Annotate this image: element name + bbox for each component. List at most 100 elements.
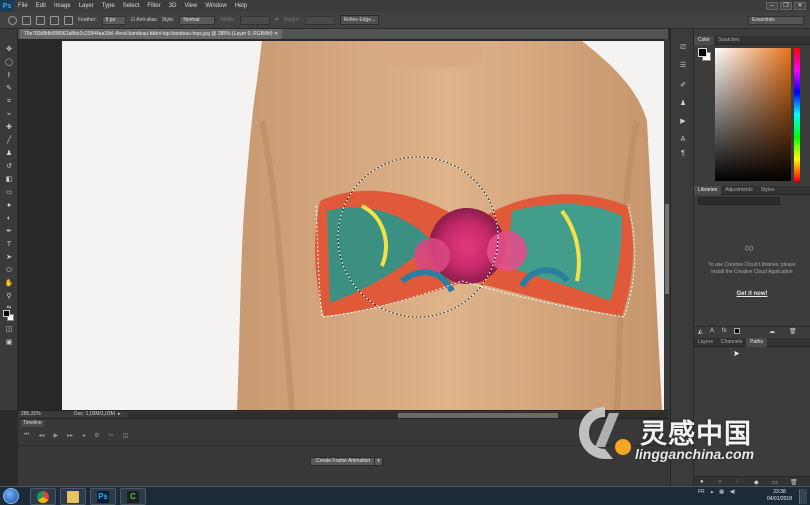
- fill-path-icon[interactable]: ●: [700, 479, 704, 485]
- tab-styles[interactable]: Styles: [757, 186, 779, 195]
- clone-source-icon[interactable]: ♟: [678, 99, 688, 108]
- swap-icon[interactable]: ⇄: [275, 17, 279, 23]
- menu-help[interactable]: Help: [231, 3, 251, 9]
- settings-icon[interactable]: ⚙: [94, 432, 99, 439]
- language-indicator[interactable]: FR: [698, 489, 705, 495]
- menu-3d[interactable]: 3D: [165, 3, 181, 9]
- close-tab-icon[interactable]: ✕: [274, 31, 278, 37]
- stroke-path-icon[interactable]: ○: [718, 479, 722, 485]
- document-tab[interactable]: 70e783d8db998962a8bb2c23944aa18d--floral…: [20, 29, 283, 39]
- actions-icon[interactable]: ▶: [678, 117, 688, 126]
- eyedropper-tool-icon[interactable]: ⌁: [4, 110, 14, 120]
- width-input[interactable]: [239, 15, 270, 25]
- feather-input[interactable]: 0 px: [101, 15, 126, 25]
- history-icon[interactable]: ⎚: [678, 43, 688, 52]
- taskbar-explorer[interactable]: [60, 488, 86, 505]
- properties-icon[interactable]: ☰: [678, 61, 688, 70]
- taskbar-clock[interactable]: 23:38 04/01/2018: [767, 489, 792, 503]
- create-frame-animation-button[interactable]: Create Frame Animation: [310, 457, 377, 466]
- new-selection-icon[interactable]: [22, 15, 31, 25]
- subtract-selection-icon[interactable]: [50, 15, 59, 25]
- prev-frame-icon[interactable]: ◂◂: [38, 432, 44, 439]
- tab-channels[interactable]: Channels: [717, 338, 746, 347]
- tab-paths[interactable]: Paths: [746, 337, 767, 347]
- quick-select-tool-icon[interactable]: ✎: [4, 84, 14, 94]
- style-select[interactable]: Normal: [179, 15, 216, 25]
- play-icon[interactable]: ▶: [53, 432, 58, 439]
- zoom-level[interactable]: 285,31%: [21, 411, 41, 418]
- add-character-style-icon[interactable]: A: [710, 328, 714, 334]
- cloud-sync-icon[interactable]: ☁: [769, 328, 775, 335]
- foreground-color-swatch[interactable]: [3, 310, 10, 317]
- taskbar-photoshop[interactable]: Ps: [90, 488, 116, 505]
- workspace-select[interactable]: Essentials: [748, 16, 804, 25]
- menu-type[interactable]: Type: [98, 3, 119, 9]
- tab-color[interactable]: Color: [694, 35, 714, 45]
- chevron-down-icon[interactable]: ▾: [374, 457, 383, 466]
- tray-arrow-icon[interactable]: ▴: [711, 489, 714, 495]
- show-desktop-button[interactable]: [799, 489, 807, 504]
- history-brush-tool-icon[interactable]: ↺: [4, 162, 14, 172]
- foreground-color-swatch[interactable]: [698, 48, 707, 57]
- vertical-scroll-thumb[interactable]: [665, 204, 669, 294]
- split-icon[interactable]: ✂: [109, 432, 114, 439]
- delete-path-icon[interactable]: 🗑: [790, 479, 798, 486]
- windows-start-icon[interactable]: [3, 488, 19, 504]
- quick-mask-icon[interactable]: ◫: [4, 325, 14, 335]
- refine-edge-button[interactable]: Refine Edge...: [339, 15, 380, 25]
- color-picker-field[interactable]: [715, 48, 791, 181]
- menu-edit[interactable]: Edit: [32, 3, 50, 9]
- crop-tool-icon[interactable]: ⌗: [4, 97, 14, 107]
- transition-icon[interactable]: ◫: [123, 432, 129, 439]
- anti-alias-checkbox[interactable]: ☑ Anti-alias: [131, 17, 157, 23]
- path-select-tool-icon[interactable]: ➤: [4, 253, 14, 263]
- add-graphic-icon[interactable]: ◭: [698, 328, 703, 335]
- blur-tool-icon[interactable]: ●: [4, 201, 14, 211]
- work-path-icon[interactable]: ◆: [754, 479, 759, 486]
- clone-stamp-tool-icon[interactable]: ♟: [4, 149, 14, 159]
- add-color-icon[interactable]: [734, 328, 740, 334]
- brush-tool-icon[interactable]: ╱: [4, 136, 14, 146]
- menu-select[interactable]: Select: [119, 3, 144, 9]
- intersect-selection-icon[interactable]: [64, 15, 73, 25]
- new-path-icon[interactable]: ▭: [772, 479, 778, 486]
- marquee-tool-icon[interactable]: ◯: [4, 58, 14, 68]
- add-selection-icon[interactable]: [36, 15, 45, 25]
- hand-tool-icon[interactable]: ✋: [4, 279, 14, 289]
- menu-image[interactable]: Image: [50, 3, 75, 9]
- elliptical-marquee-icon[interactable]: [8, 15, 17, 25]
- hue-slider[interactable]: [794, 48, 800, 181]
- menu-window[interactable]: Window: [201, 3, 230, 9]
- tab-layers[interactable]: Layers: [694, 338, 717, 347]
- add-layer-style-icon[interactable]: fx: [722, 328, 727, 334]
- taskbar-chrome[interactable]: [30, 488, 56, 505]
- character-icon[interactable]: A: [678, 135, 688, 144]
- restore-icon[interactable]: ❐: [780, 2, 792, 10]
- height-input[interactable]: [304, 15, 335, 25]
- timeline-tab[interactable]: Timeline: [21, 420, 44, 427]
- menu-file[interactable]: File: [14, 3, 32, 9]
- pen-tool-icon[interactable]: ✒: [4, 227, 14, 237]
- lasso-tool-icon[interactable]: ℓ: [4, 71, 14, 81]
- tab-swatches[interactable]: Swatches: [714, 36, 744, 45]
- library-select[interactable]: [698, 197, 780, 205]
- dodge-tool-icon[interactable]: ◐: [4, 214, 14, 224]
- status-arrow-icon[interactable]: ▸: [118, 411, 121, 418]
- first-frame-icon[interactable]: ⏮: [24, 432, 29, 439]
- menu-view[interactable]: View: [180, 3, 201, 9]
- trash-icon[interactable]: 🗑: [789, 328, 797, 335]
- eraser-tool-icon[interactable]: ◧: [4, 175, 14, 185]
- audio-icon[interactable]: ◂: [82, 432, 85, 439]
- type-tool-icon[interactable]: T: [4, 240, 14, 250]
- paragraph-icon[interactable]: ¶: [678, 149, 688, 158]
- tab-adjustments[interactable]: Adjustments: [721, 186, 757, 195]
- canvas-area[interactable]: [18, 39, 668, 410]
- screen-mode-icon[interactable]: ▣: [4, 338, 14, 348]
- menu-filter[interactable]: Filter: [143, 3, 164, 9]
- healing-brush-tool-icon[interactable]: ✚: [4, 123, 14, 133]
- gradient-tool-icon[interactable]: ▭: [4, 188, 14, 198]
- brush-presets-icon[interactable]: ✐: [678, 81, 688, 90]
- tab-libraries[interactable]: Libraries: [694, 185, 722, 195]
- network-icon[interactable]: ▦: [719, 489, 724, 495]
- volume-icon[interactable]: ◀): [730, 489, 736, 495]
